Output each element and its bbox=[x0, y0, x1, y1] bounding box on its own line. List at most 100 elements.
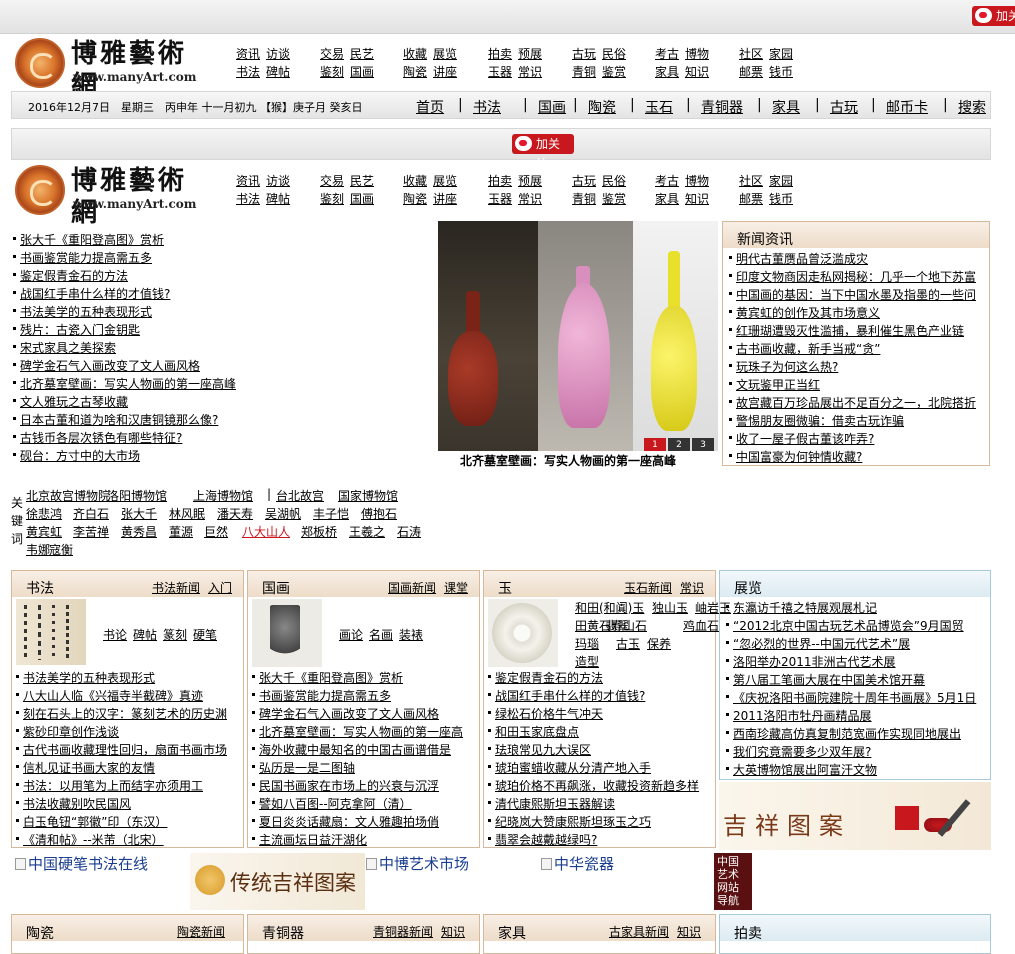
list-item[interactable]: 战国红手串什么样的才值钱? bbox=[13, 285, 170, 302]
panel-link[interactable]: 青铜器新闻 bbox=[373, 923, 433, 940]
keyword-link[interactable]: 王羲之 bbox=[349, 523, 385, 540]
nav-link[interactable]: 民俗 bbox=[602, 45, 626, 62]
nav-link[interactable]: 知识 bbox=[685, 190, 709, 207]
list-item[interactable]: 刻在石头上的汉字：篆刻艺术的历史渊 bbox=[16, 705, 227, 722]
guohua-news-link[interactable]: 国画新闻 bbox=[388, 579, 436, 596]
nav-link[interactable]: 民俗 bbox=[602, 172, 626, 189]
panel-link[interactable]: 知识 bbox=[677, 923, 701, 940]
jade-sub-link[interactable]: 翡翠 bbox=[605, 617, 629, 634]
keyword-link[interactable]: 黄秀昌 bbox=[121, 523, 157, 540]
list-item[interactable]: 紫砂印章创作浅谈 bbox=[16, 723, 119, 740]
list-item[interactable]: 白玉龟钮“郭徽”印（东汉） bbox=[16, 813, 167, 830]
sub-link[interactable]: 装裱 bbox=[399, 626, 423, 643]
nav-link[interactable]: 讲座 bbox=[433, 190, 457, 207]
keyword-link[interactable]: 八大山人 bbox=[242, 523, 290, 540]
keyword-link[interactable]: 董源 bbox=[169, 523, 193, 540]
nav-link[interactable]: 青铜 bbox=[572, 190, 596, 207]
nav-link[interactable]: 鉴赏 bbox=[602, 63, 626, 80]
jade-news-link[interactable]: 玉石新闻 bbox=[624, 579, 672, 596]
jade-sub-link[interactable]: 造型 bbox=[575, 653, 599, 670]
nav-link[interactable]: 国画 bbox=[350, 190, 374, 207]
list-item[interactable]: 书法：以用笔为上而结字亦须用工 bbox=[16, 777, 203, 794]
keyword-link[interactable]: 上海博物馆 bbox=[193, 487, 253, 504]
keyword-link[interactable]: 台北故宫 bbox=[276, 487, 324, 504]
art-site-nav-box[interactable]: 中国艺术网站导航 bbox=[714, 853, 752, 910]
painting-thumbnail[interactable] bbox=[252, 599, 322, 667]
keyword-link[interactable]: 潘天寿 bbox=[217, 505, 253, 522]
nav-link[interactable]: 预展 bbox=[518, 45, 542, 62]
keyword-link[interactable]: 石涛 bbox=[397, 523, 421, 540]
list-item[interactable]: 《庆祝洛阳书画院建院十周年书画展》5月1日 bbox=[726, 689, 976, 706]
list-item[interactable]: 《清和帖》--米芾（北宋） bbox=[16, 831, 164, 848]
nav-link[interactable]: 资讯 bbox=[236, 172, 260, 189]
keyword-link[interactable]: 吴湖帆 bbox=[265, 505, 301, 522]
list-item[interactable]: 主流画坛日益汗湖化 bbox=[252, 831, 367, 848]
nav-link[interactable]: 博物 bbox=[685, 172, 709, 189]
link-zhongbo[interactable]: 中博艺术市场 bbox=[366, 853, 469, 874]
list-item[interactable]: 夏日炎炎话藏扇：文人雅趣拍场俏 bbox=[252, 813, 439, 830]
weibo-follow-button[interactable]: 加关注 bbox=[512, 134, 574, 171]
top-nav-1[interactable]: 书法 bbox=[473, 97, 501, 117]
list-item[interactable]: 书法美学的五种表现形式 bbox=[13, 303, 152, 320]
nav-link[interactable]: 社区 bbox=[739, 45, 763, 62]
nav-link[interactable]: 碑帖 bbox=[266, 63, 290, 80]
nav-link[interactable]: 书法 bbox=[236, 190, 260, 207]
nav-link[interactable]: 古玩 bbox=[572, 45, 596, 62]
keyword-link[interactable]: 李苦禅 bbox=[73, 523, 109, 540]
list-item[interactable]: 日本古董和道为啥和汉唐铜镜那么像? bbox=[13, 411, 218, 428]
keyword-link[interactable]: 傅抱石 bbox=[361, 505, 397, 522]
nav-link[interactable]: 鉴赏 bbox=[602, 190, 626, 207]
keyword-link[interactable]: 洛阳博物馆 bbox=[107, 487, 167, 504]
list-item[interactable]: 故宫藏百万珍品展出不足百分之一，北院搭折 bbox=[729, 394, 976, 411]
list-item[interactable]: 八大山人临《兴福寺半截碑》真迹 bbox=[16, 687, 203, 704]
list-item[interactable]: 绿松石价格牛气冲天 bbox=[488, 705, 603, 722]
list-item[interactable]: 北齐墓室壁画：写实人物画的第一座高峰 bbox=[13, 375, 236, 392]
top-nav-0[interactable]: 首页 bbox=[416, 97, 444, 117]
list-item[interactable]: 书画鉴赏能力提高需五多 bbox=[252, 687, 391, 704]
nav-link[interactable]: 邮票 bbox=[739, 190, 763, 207]
slider-dot-1[interactable]: 1 bbox=[644, 438, 666, 451]
nav-link[interactable]: 家园 bbox=[769, 45, 793, 62]
slider-dot-2[interactable]: 2 bbox=[668, 438, 690, 451]
keyword-link[interactable]: 巨然 bbox=[204, 523, 228, 540]
sub-link[interactable]: 篆刻 bbox=[163, 626, 187, 643]
nav-link[interactable]: 知识 bbox=[685, 63, 709, 80]
list-item[interactable]: 纪晓岚大赞康熙斯坦琢玉之巧 bbox=[488, 813, 651, 830]
list-item[interactable]: 书法收藏别吹民国风 bbox=[16, 795, 131, 812]
jade-disc-thumbnail[interactable] bbox=[488, 599, 558, 667]
nav-link[interactable]: 家具 bbox=[655, 63, 679, 80]
list-item[interactable]: 玩珠子为何这么热? bbox=[729, 358, 838, 375]
keyword-link[interactable]: 寇衡 bbox=[49, 541, 73, 558]
list-item[interactable]: 洛阳举办2011非洲古代艺术展 bbox=[726, 653, 896, 670]
slider-caption[interactable]: 北齐墓室壁画：写实人物画的第一座高峰 bbox=[460, 452, 676, 469]
calligraphy-thumbnail[interactable] bbox=[16, 599, 86, 665]
list-item[interactable]: 清代康熙斯坦玉器解读 bbox=[488, 795, 615, 812]
nav-link[interactable]: 家园 bbox=[769, 172, 793, 189]
list-item[interactable]: 古钱币各层次锈色有哪些特征? bbox=[13, 429, 182, 446]
nav-link[interactable]: 陶瓷 bbox=[403, 63, 427, 80]
list-item[interactable]: 和田玉家底盘点 bbox=[488, 723, 579, 740]
nav-link[interactable]: 碑帖 bbox=[266, 190, 290, 207]
nav-link[interactable]: 预展 bbox=[518, 172, 542, 189]
list-item[interactable]: 中国富豪为何钟情收藏? bbox=[729, 448, 862, 465]
keyword-link[interactable]: 郑板桥 bbox=[301, 523, 337, 540]
list-item[interactable]: 碑学金石气入画改变了文人画风格 bbox=[252, 705, 439, 722]
panel-link[interactable]: 知识 bbox=[441, 923, 465, 940]
nav-link[interactable]: 鉴刻 bbox=[320, 63, 344, 80]
top-nav-7[interactable]: 古玩 bbox=[830, 97, 858, 117]
top-nav-9[interactable]: 搜索 bbox=[958, 97, 986, 117]
list-item[interactable]: 红珊瑚遭毁灭性滥捕，暴利催生黑色产业链 bbox=[729, 322, 964, 339]
list-item[interactable]: 翡翠会越戴越绿吗? bbox=[488, 831, 597, 848]
keyword-link[interactable]: 徐悲鸿 bbox=[26, 505, 62, 522]
nav-link[interactable]: 家具 bbox=[655, 190, 679, 207]
list-item[interactable]: 譬如八百图--阿克拿阿（清） bbox=[252, 795, 412, 812]
nav-link[interactable]: 拍卖 bbox=[488, 45, 512, 62]
keyword-link[interactable]: 丰子恺 bbox=[313, 505, 349, 522]
list-item[interactable]: 古代书画收藏理性回归，扇面书画市场 bbox=[16, 741, 227, 758]
link-hardpen[interactable]: 中国硬笔书法在线 bbox=[15, 853, 148, 874]
list-item[interactable]: 第八届工笔画大展在中国美术馆开幕 bbox=[726, 671, 925, 688]
keyword-link[interactable]: 北京故宫博物院 bbox=[26, 487, 110, 504]
list-item[interactable]: “忽必烈的世界--中国元代艺术”展 bbox=[726, 635, 910, 652]
nav-link[interactable]: 常识 bbox=[518, 63, 542, 80]
nav-link[interactable]: 访谈 bbox=[266, 172, 290, 189]
